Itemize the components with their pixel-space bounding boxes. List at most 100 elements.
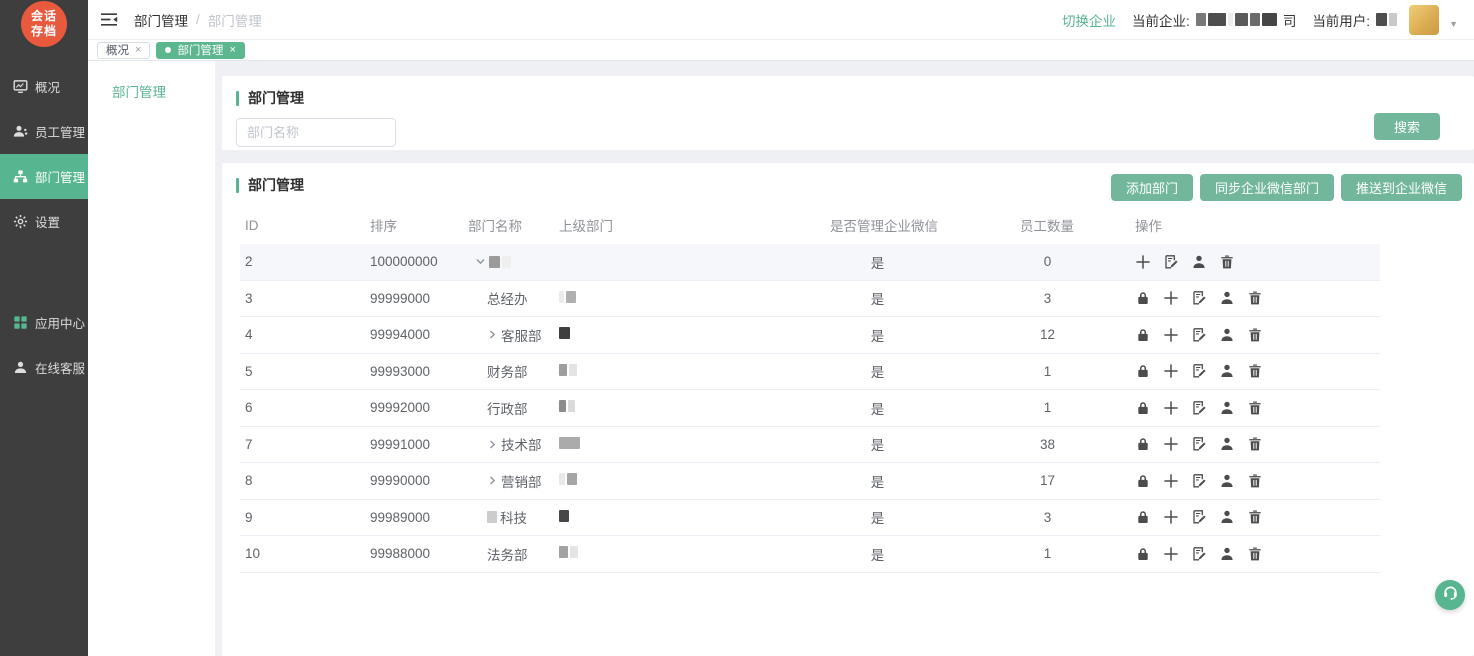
user-action-icon[interactable] [1219, 400, 1235, 416]
user-action-icon[interactable] [1219, 363, 1235, 379]
edit-action-icon[interactable] [1191, 363, 1207, 379]
tab-close-icon[interactable]: × [135, 44, 141, 56]
sidebar-item-apps[interactable]: 应用中心 [0, 300, 88, 345]
edit-action-icon[interactable] [1191, 546, 1207, 562]
tab-概况[interactable]: 概况 × [97, 42, 150, 59]
lock-action-icon[interactable] [1135, 363, 1151, 379]
delete-action-icon[interactable] [1247, 509, 1263, 525]
delete-action-icon[interactable] [1247, 290, 1263, 306]
sidebar-item-employees[interactable]: 员工管理 [0, 109, 88, 154]
department-name-cell [475, 256, 555, 268]
user-action-icon[interactable] [1219, 473, 1235, 489]
edit-action-icon[interactable] [1191, 290, 1207, 306]
plus-action-icon[interactable] [1163, 436, 1179, 452]
current-user-redacted [1376, 13, 1397, 26]
cell-parent [555, 473, 830, 488]
table-row: 7 99991000 技术部 是 38 [240, 427, 1380, 464]
expand-row-icon[interactable] [487, 329, 498, 340]
lock-action-icon[interactable] [1135, 290, 1151, 306]
edit-action-icon[interactable] [1191, 473, 1207, 489]
delete-action-icon[interactable] [1247, 473, 1263, 489]
cell-wechat-managed: 是 [830, 507, 1020, 527]
redacted-block [559, 437, 580, 449]
user-avatar[interactable] [1409, 5, 1439, 35]
cell-wechat-managed: 是 [830, 471, 1020, 491]
edit-action-icon[interactable] [1163, 254, 1179, 270]
plus-action-icon[interactable] [1163, 327, 1179, 343]
redacted-block [559, 291, 564, 303]
table-button-推送到企业微信[interactable]: 推送到企业微信 [1341, 174, 1462, 201]
user-action-icon[interactable] [1219, 327, 1235, 343]
tab-close-icon[interactable]: × [229, 44, 235, 56]
sidebar-item-departments[interactable]: 部门管理 [0, 154, 88, 199]
user-action-icon[interactable] [1219, 546, 1235, 562]
redacted-block [569, 364, 577, 376]
lock-action-icon[interactable] [1135, 473, 1151, 489]
collapse-sidebar-icon[interactable] [100, 12, 118, 27]
redacted-block [570, 546, 578, 558]
table-button-同步企业微信部门[interactable]: 同步企业微信部门 [1200, 174, 1334, 201]
redacted-block [568, 400, 575, 412]
redacted-parent-department [559, 437, 580, 449]
plus-action-icon[interactable] [1163, 400, 1179, 416]
delete-action-icon[interactable] [1219, 254, 1235, 270]
collapse-row-icon[interactable] [475, 256, 486, 267]
lock-action-icon[interactable] [1135, 327, 1151, 343]
lock-action-icon[interactable] [1135, 400, 1151, 416]
current-user[interactable]: 当前用户: ▼ [1312, 5, 1458, 35]
expand-row-icon[interactable] [487, 475, 498, 486]
lock-action-icon[interactable] [1135, 546, 1151, 562]
user-action-icon[interactable] [1219, 436, 1235, 452]
search-button[interactable]: 搜索 [1374, 113, 1440, 140]
edit-action-icon[interactable] [1191, 327, 1207, 343]
user-action-icon[interactable] [1219, 509, 1235, 525]
edit-action-icon[interactable] [1191, 400, 1207, 416]
switch-company-link[interactable]: 切换企业 [1062, 10, 1116, 30]
plus-action-icon[interactable] [1163, 473, 1179, 489]
department-name-input[interactable] [236, 118, 396, 147]
cell-sort: 99999000 [365, 291, 465, 306]
cell-parent [555, 291, 830, 306]
lock-action-icon[interactable] [1135, 436, 1151, 452]
delete-action-icon[interactable] [1247, 327, 1263, 343]
cell-parent [555, 437, 830, 452]
edit-action-icon[interactable] [1191, 436, 1207, 452]
user-action-icon[interactable] [1191, 254, 1207, 270]
column-header: ID [240, 218, 365, 233]
table-action-buttons: 添加部门同步企业微信部门推送到企业微信 [1111, 174, 1462, 201]
table-row: 6 99992000 行政部 是 1 [240, 390, 1380, 427]
sidebar-item-support[interactable]: 在线客服 [0, 345, 88, 390]
cell-employee-count: 1 [1020, 546, 1135, 561]
sidebar-item-settings[interactable]: 设置 [0, 199, 88, 244]
customer-service-fab[interactable] [1435, 580, 1465, 610]
cell-employee-count: 0 [1020, 254, 1135, 269]
plus-action-icon[interactable] [1163, 290, 1179, 306]
cell-id: 2 [240, 254, 365, 269]
delete-action-icon[interactable] [1247, 400, 1263, 416]
cell-employee-count: 17 [1020, 473, 1135, 488]
active-tab-dot-icon [165, 47, 171, 53]
cell-parent [555, 327, 830, 342]
cell-actions [1135, 509, 1380, 525]
tab-部门管理[interactable]: 部门管理 × [156, 42, 244, 59]
edit-action-icon[interactable] [1191, 509, 1207, 525]
plus-action-icon[interactable] [1163, 546, 1179, 562]
plus-action-icon[interactable] [1135, 254, 1151, 270]
cell-id: 7 [240, 437, 365, 452]
cell-name: 行政部 [465, 398, 555, 418]
submenu-item-部门管理[interactable]: 部门管理 [88, 61, 215, 101]
delete-action-icon[interactable] [1247, 436, 1263, 452]
plus-action-icon[interactable] [1163, 363, 1179, 379]
breadcrumb-root[interactable]: 部门管理 [134, 10, 188, 30]
app-root: 会话 存档 概况 员工管理 部门管理 设置 应用中心 在线客服 部门管理 / 部… [0, 0, 1474, 656]
table-button-添加部门[interactable]: 添加部门 [1111, 174, 1193, 201]
delete-action-icon[interactable] [1247, 363, 1263, 379]
user-action-icon[interactable] [1219, 290, 1235, 306]
sidebar-item-dashboard[interactable]: 概况 [0, 64, 88, 109]
expand-row-icon[interactable] [487, 439, 498, 450]
cell-id: 10 [240, 546, 365, 561]
lock-action-icon[interactable] [1135, 509, 1151, 525]
delete-action-icon[interactable] [1247, 546, 1263, 562]
sidebar-item-label: 应用中心 [35, 313, 85, 332]
plus-action-icon[interactable] [1163, 509, 1179, 525]
